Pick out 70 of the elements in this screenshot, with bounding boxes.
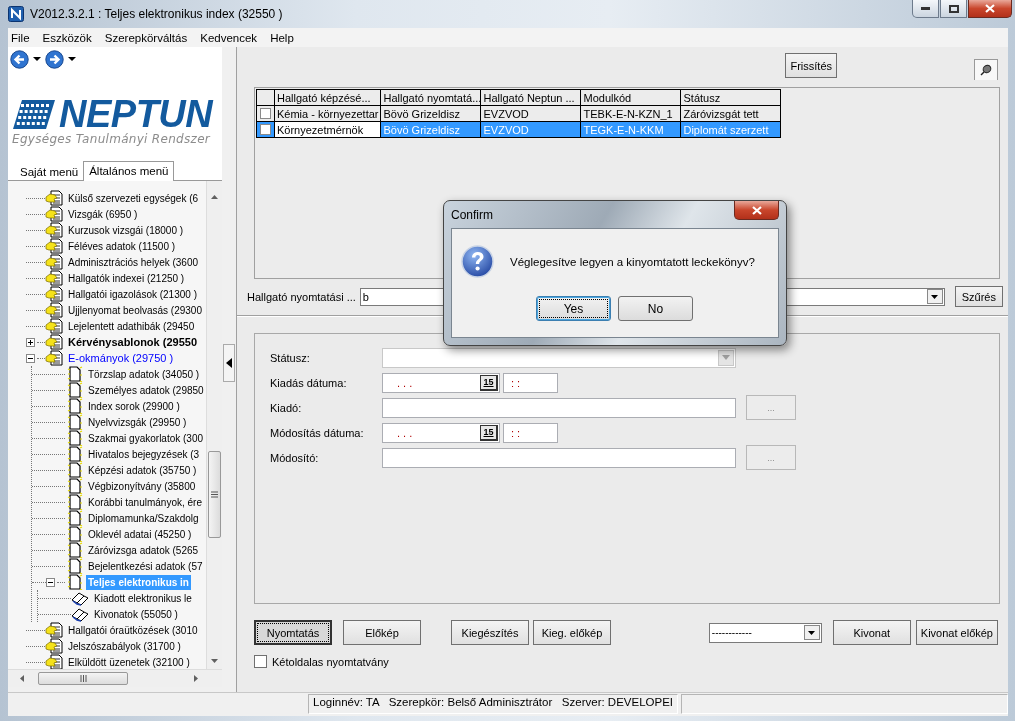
tree-item[interactable]: Kiadott elektronikus le xyxy=(92,590,194,606)
tree-item[interactable]: Kérvénysablonok (29550 xyxy=(66,334,199,350)
window-title: V2012.3.2.1 : Teljes elektronikus index (32550 ) xyxy=(30,7,283,21)
calendar-button[interactable]: 15 xyxy=(480,374,498,391)
tree-item[interactable]: Törzslap adatok (34050 ) xyxy=(86,366,202,382)
menu-item[interactable]: File xyxy=(8,31,35,44)
tree-item[interactable]: Szakmai gyakorlatok (300 xyxy=(86,430,206,446)
dialog-title: Confirm xyxy=(451,207,493,222)
menu-item[interactable]: Szerepkörváltás xyxy=(96,31,193,44)
tree-item[interactable]: Záróvizsga adatok (5265 xyxy=(86,542,201,558)
dialog-button[interactable]: No xyxy=(618,296,693,321)
field-label: Módosító: xyxy=(270,451,320,464)
field-label: Kiadás dátuma: xyxy=(270,376,348,389)
field-label: Státusz: xyxy=(270,351,311,364)
tree-item[interactable]: Ujjlenyomat beolvasás (29300 xyxy=(66,302,204,318)
action-button[interactable]: Előkép xyxy=(343,620,421,645)
field-label: Módosítás dátuma: xyxy=(270,426,365,439)
tree-item[interactable]: Hallgatói igazolások (21300 ) xyxy=(66,286,199,302)
tree-item[interactable]: Személyes adatok (29850 xyxy=(86,382,206,398)
column-header[interactable]: Hallgató nyomtatá... xyxy=(381,89,481,106)
action-button[interactable]: Kiegészítés xyxy=(451,620,529,645)
menu-tab[interactable]: Általános menü xyxy=(83,161,175,181)
action-button[interactable]: Kieg. előkép xyxy=(533,620,611,645)
column-header[interactable]: Modulkód xyxy=(581,89,681,106)
tree-item[interactable]: Adminisztrációs helyek (3600 xyxy=(66,254,201,270)
tree-item[interactable]: Nyelvvizsgák (29950 ) xyxy=(86,414,189,430)
action-button[interactable]: Kivonat előkép xyxy=(915,620,998,645)
tree-item[interactable]: Lejelentett adathibák (29450 xyxy=(66,318,197,334)
date-field[interactable]: . . . 15 xyxy=(382,422,500,443)
field-label: Kiadó: xyxy=(270,401,303,414)
checkbox-label: Kétoldalas nyomtatvány xyxy=(272,655,389,668)
menu-item[interactable]: Help xyxy=(262,31,299,44)
column-header[interactable]: Státusz xyxy=(681,89,781,106)
time-field[interactable]: : : xyxy=(503,372,558,393)
tree-item[interactable]: Hallgatók indexei (21250 ) xyxy=(66,270,187,286)
filter-button[interactable]: Szűrés xyxy=(954,286,1003,307)
menu-item[interactable]: Kedvencek xyxy=(192,31,263,44)
tree-item[interactable]: Hivatalos bejegyzések (3 xyxy=(86,446,202,462)
extract-dropdown[interactable]: ------------ xyxy=(708,622,822,643)
dialog-button[interactable]: Yes xyxy=(536,296,611,321)
filter-label: Hallgató nyomtatási ... xyxy=(247,290,356,303)
tree-item[interactable]: Kurzusok vizsgái (18000 ) xyxy=(66,222,186,238)
tree-item[interactable]: Képzési adatok (35750 ) xyxy=(86,462,199,478)
column-header[interactable]: Hallgató képzésé... xyxy=(274,89,381,106)
status-text: Loginnév: TA Szerepkör: Belső Adminisztrátor Szerver: DEVELOPEI xyxy=(308,694,679,714)
tree-item[interactable]: Korábbi tanulmányok, ére xyxy=(86,494,204,510)
tree-item[interactable]: Index sorok (29900 ) xyxy=(86,398,182,414)
tree-item[interactable]: Végbizonyítvány (35800 xyxy=(86,478,198,494)
time-field[interactable]: : : xyxy=(503,422,558,443)
tree-item[interactable]: Kivonatok (55050 ) xyxy=(92,606,180,622)
tree-item[interactable]: E-okmányok (29750 ) xyxy=(66,350,176,366)
tree-item[interactable]: Elküldött üzenetek (32100 ) xyxy=(66,654,192,669)
calendar-button[interactable]: 15 xyxy=(480,424,498,441)
menu-item[interactable]: Eszközök xyxy=(34,31,97,44)
refresh-button[interactable]: Frissítés xyxy=(785,53,837,78)
tree-item[interactable]: Diplomamunka/Szakdolg xyxy=(86,510,201,526)
date-field[interactable]: . . . 15 xyxy=(382,372,500,393)
tree-item[interactable]: Hallgatói óraütközések (3010 xyxy=(66,622,200,638)
tree-item[interactable]: Oklevél adatai (45250 ) xyxy=(86,526,194,542)
tree-item[interactable]: Vizsgák (6950 ) xyxy=(66,206,140,222)
column-header[interactable]: Hallgató Neptun ... xyxy=(481,89,581,106)
action-button[interactable]: Nyomtatás xyxy=(254,620,332,645)
tree-item[interactable]: Jelszószabályok (31700 ) xyxy=(66,638,183,654)
tree-item[interactable]: Külső szervezeti egységek (6 xyxy=(66,190,201,206)
tree-item[interactable]: Bejelentkezési adatok (57 xyxy=(86,558,205,574)
action-button[interactable]: Kivonat xyxy=(832,620,911,645)
logo-subtitle: Egységes Tanulmányi Rendszer xyxy=(12,132,212,146)
logo-text: NEPTUN xyxy=(59,97,213,131)
tree-item[interactable]: Féléves adatok (11500 ) xyxy=(66,238,178,254)
dialog-message: Véglegesítve legyen a kinyomtatott leckekönyv? xyxy=(510,255,755,268)
